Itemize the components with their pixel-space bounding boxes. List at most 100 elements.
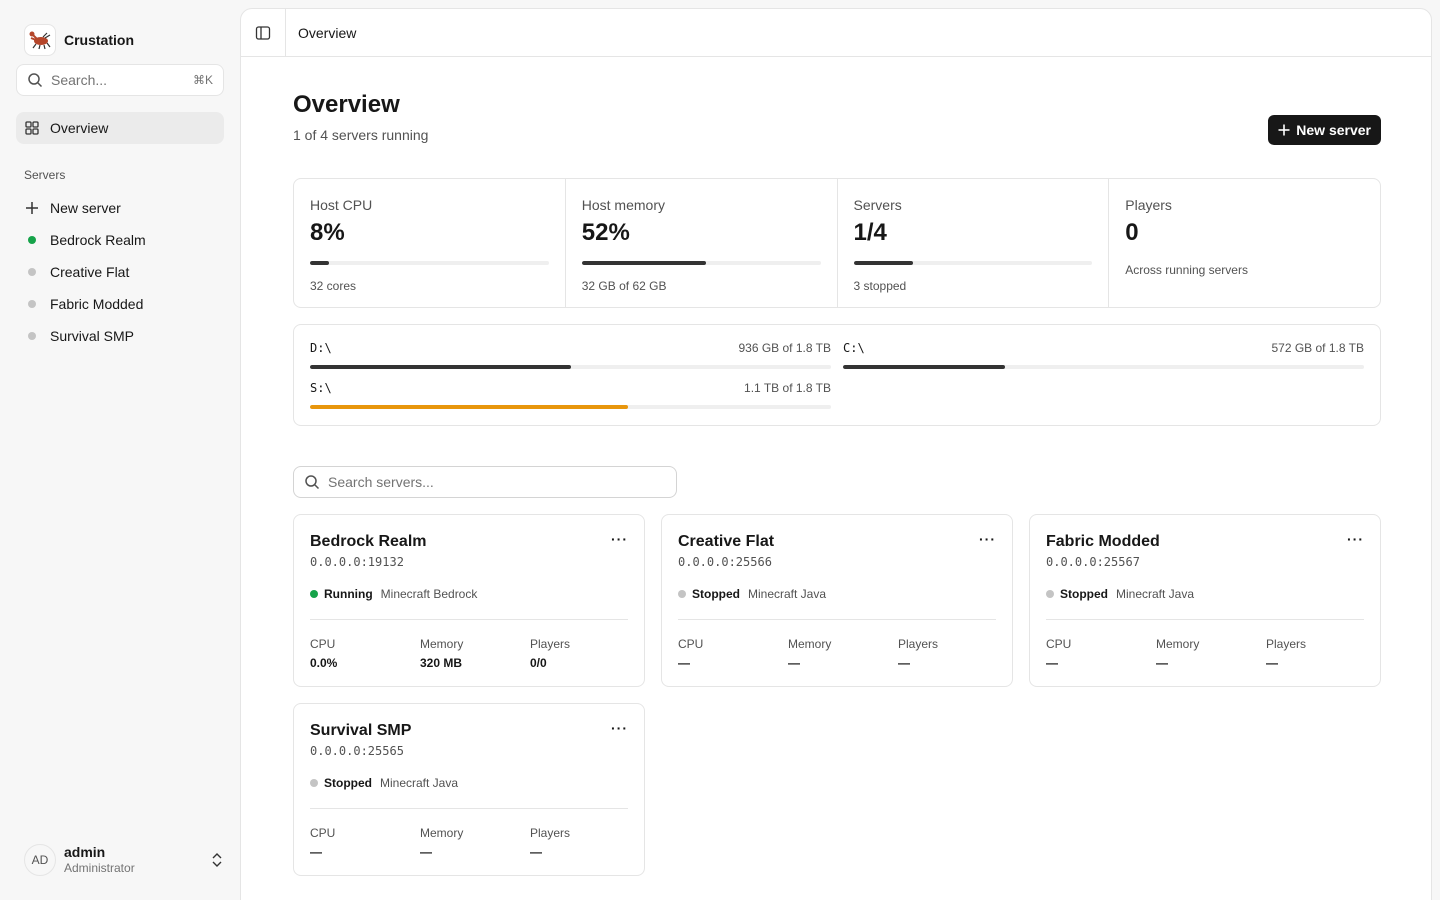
stat-host-cpu: Host CPU 8% 32 cores (294, 179, 566, 307)
card-status: Stopped Minecraft Java (678, 587, 826, 601)
more-options-icon[interactable]: ··· (611, 720, 628, 736)
progress-fill (843, 365, 1005, 369)
card-title: Creative Flat (678, 533, 775, 550)
user-menu[interactable]: AD admin Administrator (24, 842, 224, 878)
divider (1046, 619, 1364, 620)
card-status: Stopped Minecraft Java (1046, 587, 1194, 601)
metric-players: Players — (898, 637, 1008, 670)
status-dot-icon (28, 236, 36, 244)
metric-label: Players (530, 637, 571, 651)
search-placeholder: Search... (51, 72, 108, 88)
sidebar-item-new-server[interactable]: New server (16, 192, 224, 224)
more-options-icon[interactable]: ··· (1347, 531, 1364, 547)
metric-memory: Memory 320 MB (420, 637, 530, 670)
disk-s: S:\ 1.1 TB of 1.8 TB (310, 381, 831, 409)
metric-value: — (788, 656, 800, 670)
crab-logo-icon (24, 24, 56, 56)
sidebar-item-survival-smp[interactable]: Survival SMP (16, 320, 224, 352)
server-search-input[interactable]: Search servers... (293, 466, 677, 498)
sidebar-item-overview[interactable]: Overview (16, 112, 224, 144)
disk-d: D:\ 936 GB of 1.8 TB (310, 341, 831, 369)
sidebar-toggle-icon (255, 25, 271, 40)
page-subtitle: 1 of 4 servers running (293, 127, 429, 143)
progress-fill (581, 261, 706, 265)
search-icon (28, 73, 43, 88)
new-server-button[interactable]: New server (1268, 115, 1381, 145)
metric-value: — (1046, 656, 1058, 670)
metric-players: Players — (530, 826, 640, 859)
divider (678, 619, 996, 620)
divider (310, 808, 628, 809)
edition-label: Minecraft Java (380, 776, 459, 790)
search-icon (305, 475, 320, 490)
progress-bar (843, 365, 1364, 369)
sidebar-search-input[interactable]: Search... ⌘K (16, 64, 224, 96)
server-card-fabric-modded[interactable]: Fabric Modded 0.0.0.0:25567 ··· Stopped … (1029, 514, 1381, 687)
stat-sub: 32 cores (310, 279, 357, 293)
edition-label: Minecraft Bedrock (380, 587, 478, 601)
plus-icon (1278, 124, 1290, 136)
stat-label: Servers (853, 197, 902, 213)
metric-cpu: CPU — (1046, 637, 1156, 670)
user-role: Administrator (64, 861, 135, 876)
card-title: Survival SMP (310, 722, 412, 739)
metric-value: — (530, 845, 542, 859)
edition-label: Minecraft Java (748, 587, 827, 601)
brand[interactable]: Crustation (24, 24, 134, 56)
more-options-icon[interactable]: ··· (979, 531, 996, 547)
progress-bar (853, 261, 1093, 265)
servers-section-label: Servers (24, 168, 66, 182)
disk-name: S:\ (310, 381, 332, 395)
stat-sub: Across running servers (1125, 263, 1248, 277)
disk-name: D:\ (310, 341, 332, 355)
topbar: Overview (241, 8, 1431, 57)
metric-label: CPU (1046, 637, 1072, 651)
metric-players: Players 0/0 (530, 637, 640, 670)
metric-value: — (1266, 656, 1278, 670)
status-label: Stopped (1060, 587, 1108, 601)
metric-cpu: CPU — (310, 826, 420, 859)
metric-value: 0.0% (310, 656, 338, 670)
stat-value: 8% (310, 219, 345, 246)
stat-value: 52% (581, 219, 630, 246)
stat-servers: Servers 1/4 3 stopped (838, 179, 1110, 307)
user-name: admin (64, 843, 106, 860)
edition-label: Minecraft Java (1116, 587, 1195, 601)
plus-icon (26, 202, 38, 214)
metric-label: Memory (788, 637, 832, 651)
status-label: Stopped (692, 587, 740, 601)
sidebar: Crustation Search... ⌘K Overview Servers… (0, 0, 240, 900)
disk-usage: 936 GB of 1.8 TB (738, 341, 831, 355)
main-panel: Overview Overview 1 of 4 servers running… (240, 8, 1432, 900)
stat-sub: 32 GB of 62 GB (581, 279, 667, 293)
metric-label: Players (1266, 637, 1307, 651)
sidebar-item-creative-flat[interactable]: Creative Flat (16, 256, 224, 288)
sidebar-item-bedrock-realm[interactable]: Bedrock Realm (16, 224, 224, 256)
sidebar-item-label: Creative Flat (50, 264, 130, 280)
new-server-label: New server (1296, 122, 1371, 138)
sidebar-toggle-button[interactable] (241, 8, 286, 57)
stat-players: Players 0 Across running servers (1109, 179, 1380, 307)
metric-cpu: CPU 0.0% (310, 637, 420, 670)
card-address: 0.0.0.0:19132 (310, 555, 404, 569)
server-card-survival-smp[interactable]: Survival SMP 0.0.0.0:25565 ··· Stopped M… (293, 703, 645, 876)
sidebar-item-fabric-modded[interactable]: Fabric Modded (16, 288, 224, 320)
stat-label: Host CPU (310, 197, 373, 213)
stat-host-memory: Host memory 52% 32 GB of 62 GB (566, 179, 838, 307)
progress-fill (853, 261, 914, 265)
metric-value: — (310, 845, 322, 859)
server-search-placeholder: Search servers... (328, 474, 434, 490)
progress-fill (310, 365, 571, 369)
metric-label: CPU (310, 826, 336, 840)
status-dot-icon (28, 268, 36, 276)
server-card-creative-flat[interactable]: Creative Flat 0.0.0.0:25566 ··· Stopped … (661, 514, 1013, 687)
server-card-bedrock-realm[interactable]: Bedrock Realm 0.0.0.0:19132 ··· Running … (293, 514, 645, 687)
stat-label: Host memory (581, 197, 665, 213)
status-dot-icon (1046, 590, 1054, 598)
card-address: 0.0.0.0:25565 (310, 744, 404, 758)
search-shortcut: ⌘K (192, 73, 213, 87)
metric-value: — (420, 845, 432, 859)
more-options-icon[interactable]: ··· (611, 531, 628, 547)
progress-bar (310, 365, 831, 369)
disk-usage: 572 GB of 1.8 TB (1271, 341, 1364, 355)
